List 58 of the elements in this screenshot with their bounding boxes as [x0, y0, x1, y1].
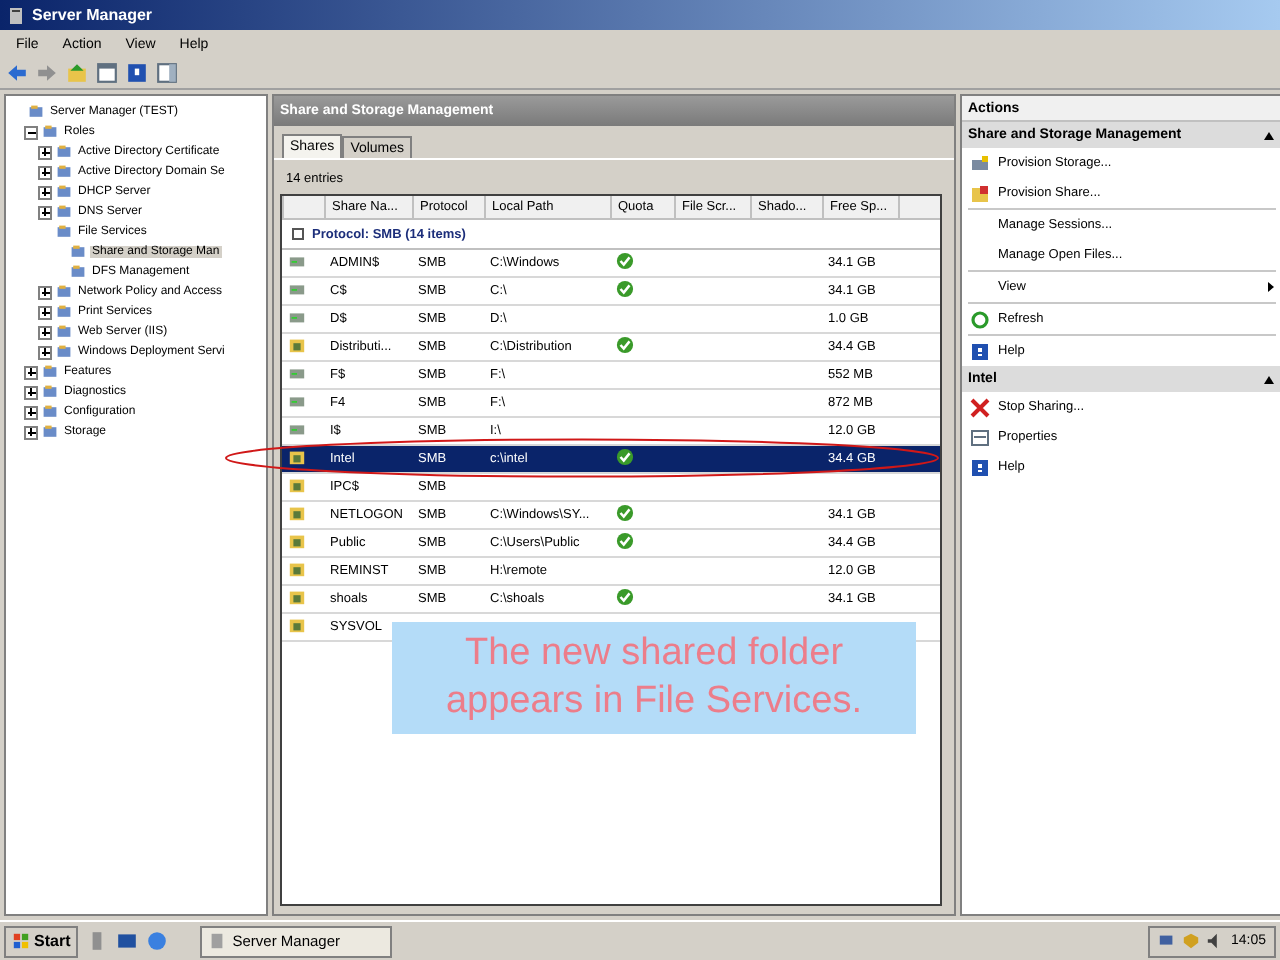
drive-icon [288, 392, 306, 410]
collapse-toggle[interactable] [292, 228, 304, 240]
drive-icon [288, 280, 306, 298]
node-icon [56, 144, 72, 160]
node-icon [56, 184, 72, 200]
callout-note: The new shared folder appears in File Services. [392, 622, 916, 734]
window-title: Server Manager [32, 6, 153, 24]
collapse-icon[interactable] [1264, 131, 1274, 139]
tree-view-icon[interactable] [96, 62, 118, 84]
expander[interactable] [38, 145, 52, 159]
expander[interactable] [24, 425, 38, 439]
windows-logo-icon [12, 932, 30, 950]
node-icon [56, 344, 72, 360]
folder-icon [288, 336, 306, 354]
refresh-icon [970, 309, 990, 329]
node-icon [56, 324, 72, 340]
node-icon [70, 264, 86, 280]
expander[interactable] [24, 385, 38, 399]
expander[interactable] [38, 185, 52, 199]
expander[interactable] [38, 305, 52, 319]
folder-icon [970, 183, 990, 203]
node-icon [56, 204, 72, 220]
node-icon [56, 224, 72, 240]
close-icon [970, 397, 990, 417]
expander[interactable] [38, 325, 52, 339]
submenu-arrow-icon [1268, 282, 1274, 292]
panel-icon[interactable] [156, 62, 178, 84]
node-icon [42, 364, 58, 380]
globe-icon[interactable] [146, 930, 169, 952]
monitor-icon[interactable] [116, 930, 139, 952]
expander[interactable] [38, 205, 52, 219]
drive-icon [288, 420, 306, 438]
server-icon [208, 932, 227, 950]
collapse-icon[interactable] [1264, 375, 1274, 383]
drive-icon [288, 252, 306, 270]
expander[interactable] [38, 285, 52, 299]
expander[interactable] [24, 365, 38, 379]
node-icon [42, 404, 58, 420]
server-icon [6, 5, 26, 25]
start-button[interactable]: Start [4, 925, 79, 957]
drive-icon [970, 153, 990, 173]
expander[interactable] [24, 125, 38, 139]
shield-icon [1182, 932, 1201, 950]
node-icon [28, 104, 44, 120]
drive-icon [288, 364, 306, 382]
node-icon [70, 244, 86, 260]
drive-icon [288, 308, 306, 326]
node-icon [42, 424, 58, 440]
node-icon [42, 384, 58, 400]
node-icon [56, 304, 72, 320]
expander[interactable] [24, 405, 38, 419]
node-icon [42, 124, 58, 140]
node-icon [56, 284, 72, 300]
window-icon [970, 427, 990, 447]
expander[interactable] [38, 165, 52, 179]
back-icon[interactable] [6, 62, 28, 84]
node-icon [56, 164, 72, 180]
expander[interactable] [38, 345, 52, 359]
